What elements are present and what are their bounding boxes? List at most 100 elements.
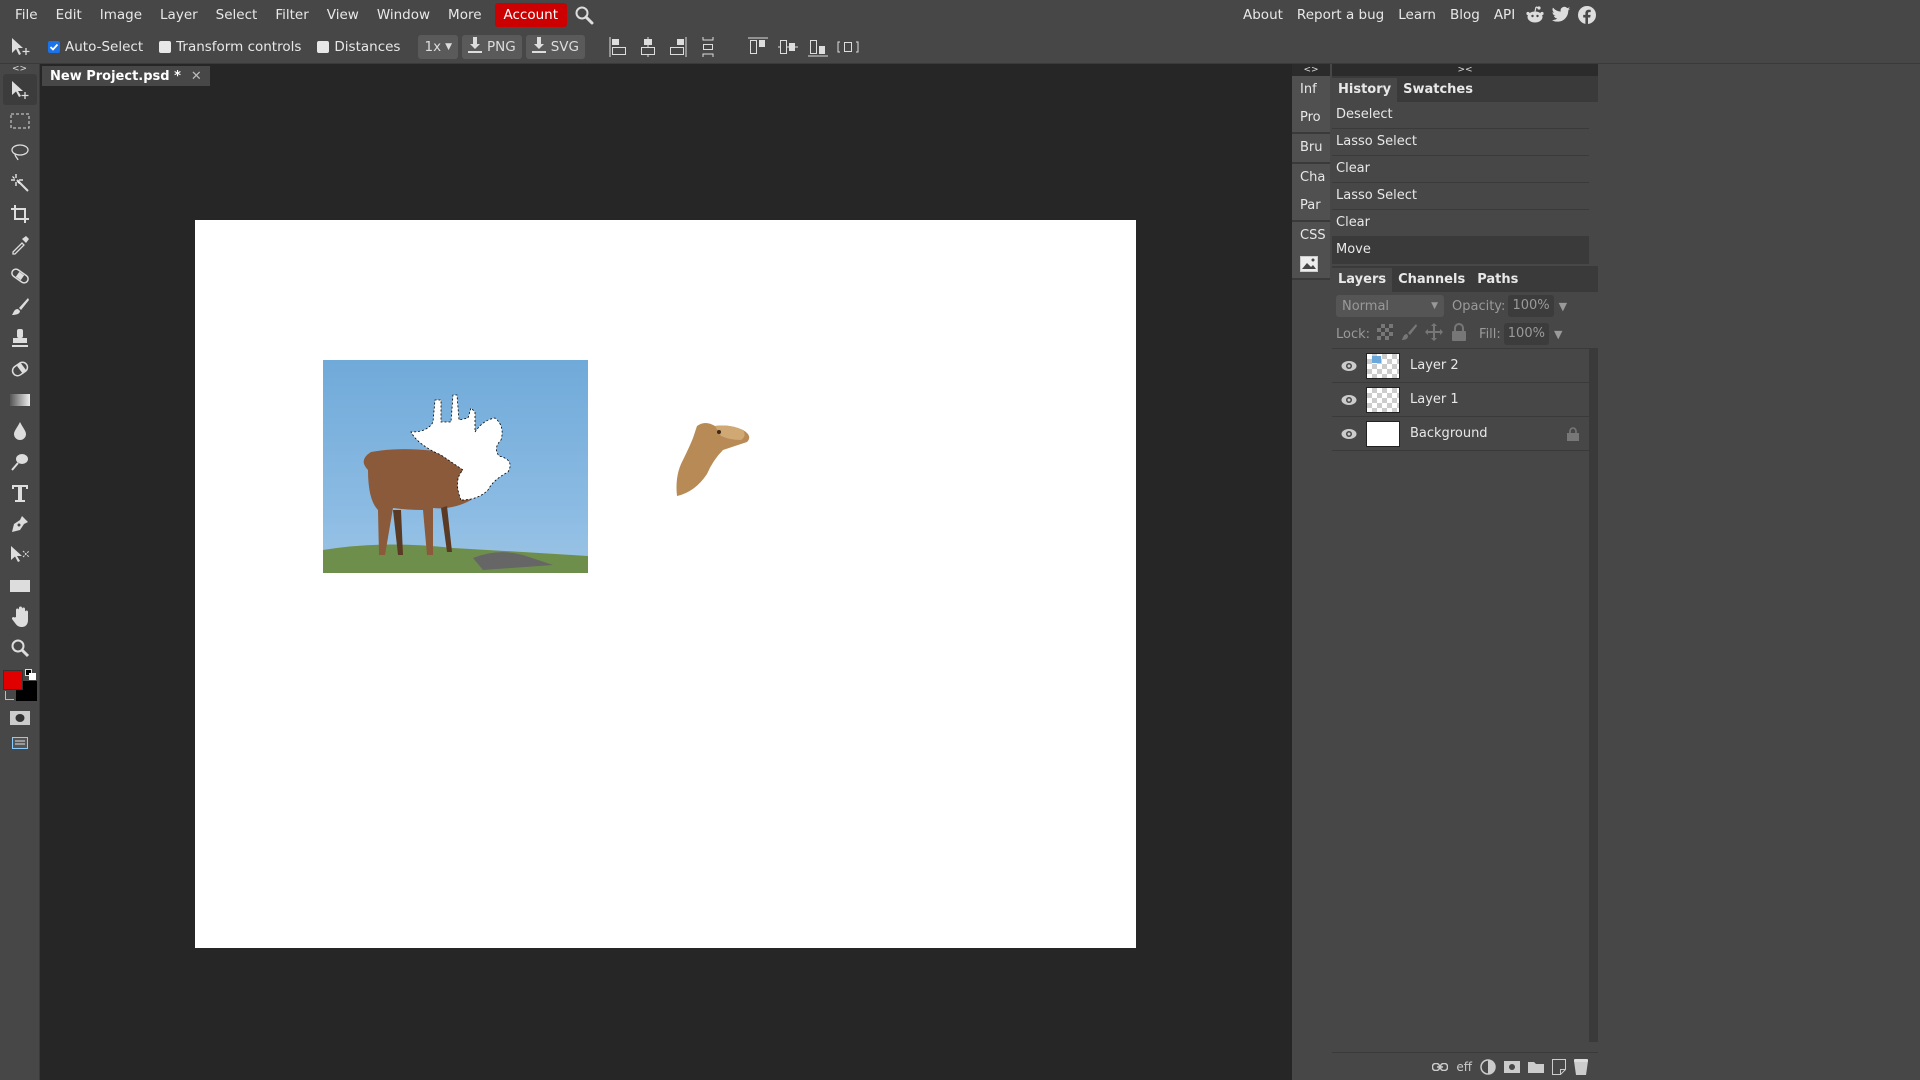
- eyedropper-tool[interactable]: [3, 229, 37, 260]
- camel-head-layer[interactable]: [675, 418, 753, 498]
- tab-history[interactable]: History: [1332, 78, 1398, 102]
- tab-channels[interactable]: Channels: [1392, 268, 1472, 292]
- tab-layers[interactable]: Layers: [1332, 268, 1393, 292]
- link-about[interactable]: About: [1236, 3, 1290, 27]
- align-middle-v-icon[interactable]: [777, 35, 799, 59]
- checkbox-unchecked[interactable]: [159, 40, 172, 53]
- blur-tool[interactable]: [3, 415, 37, 446]
- move-tool[interactable]: [3, 74, 37, 105]
- toolbar-collapse-toggle[interactable]: <>: [0, 64, 39, 74]
- link-layers-icon[interactable]: [1432, 1062, 1449, 1071]
- dock-collapse-toggle[interactable]: <>: [1292, 64, 1330, 76]
- history-item[interactable]: Clear: [1332, 210, 1589, 237]
- align-bottom-icon[interactable]: [807, 35, 829, 59]
- fill-input[interactable]: 100%: [1503, 323, 1549, 345]
- checkbox-unchecked[interactable]: [317, 40, 330, 53]
- layers-scrollbar[interactable]: [1589, 348, 1598, 1042]
- screen-mode-button[interactable]: [3, 731, 37, 755]
- layer-effects-button[interactable]: eff: [1456, 1060, 1472, 1074]
- history-item[interactable]: Lasso Select: [1332, 183, 1589, 210]
- link-learn[interactable]: Learn: [1391, 3, 1443, 27]
- pen-tool[interactable]: [3, 508, 37, 539]
- menu-view[interactable]: View: [318, 3, 368, 27]
- checkbox-checked[interactable]: [48, 40, 60, 53]
- document-tab[interactable]: New Project.psd * ✕: [42, 66, 210, 86]
- export-png-button[interactable]: PNG: [462, 34, 522, 59]
- tab-paths[interactable]: Paths: [1471, 268, 1525, 292]
- search-icon[interactable]: [571, 3, 597, 27]
- account-button[interactable]: Account: [494, 3, 568, 27]
- dock-info[interactable]: Inf: [1292, 76, 1330, 104]
- menu-more[interactable]: More: [439, 3, 490, 27]
- reddit-icon[interactable]: [1522, 3, 1548, 27]
- lock-transparency-icon[interactable]: [1377, 324, 1394, 344]
- lock-position-icon[interactable]: [1425, 323, 1444, 345]
- blend-mode-select[interactable]: Normal ▼: [1336, 295, 1444, 317]
- menu-select[interactable]: Select: [207, 3, 267, 27]
- lock-all-icon[interactable]: [1451, 323, 1467, 345]
- twitter-icon[interactable]: [1548, 3, 1574, 27]
- visibility-eye-icon[interactable]: [1332, 428, 1366, 440]
- link-blog[interactable]: Blog: [1443, 3, 1487, 27]
- dock-brush[interactable]: Bru: [1292, 134, 1330, 162]
- path-select-tool[interactable]: [3, 539, 37, 570]
- history-item[interactable]: Deselect: [1332, 102, 1589, 129]
- auto-select-checkbox[interactable]: Auto-Select: [48, 39, 143, 55]
- history-item-current[interactable]: Move: [1332, 237, 1589, 264]
- healing-brush-tool[interactable]: [3, 260, 37, 291]
- quick-mask-button[interactable]: [3, 705, 37, 731]
- rect-select-tool[interactable]: [3, 105, 37, 136]
- brush-tool[interactable]: [3, 291, 37, 322]
- delete-layer-trash-icon[interactable]: [1574, 1058, 1588, 1075]
- hand-tool[interactable]: [3, 601, 37, 632]
- layer-row[interactable]: Background: [1332, 417, 1589, 451]
- new-layer-icon[interactable]: [1552, 1058, 1566, 1075]
- type-tool[interactable]: [3, 477, 37, 508]
- fill-dropdown-icon[interactable]: ▼: [1554, 328, 1562, 341]
- clone-stamp-tool[interactable]: [3, 322, 37, 353]
- link-api[interactable]: API: [1487, 3, 1522, 27]
- lock-pixels-icon[interactable]: [1401, 323, 1418, 345]
- dodge-tool[interactable]: [3, 446, 37, 477]
- distribute-v-icon[interactable]: [697, 35, 719, 59]
- foreground-color-swatch[interactable]: [3, 670, 23, 690]
- menu-image[interactable]: Image: [91, 3, 151, 27]
- elk-photo-layer[interactable]: [323, 360, 588, 573]
- visibility-eye-icon[interactable]: [1332, 360, 1366, 372]
- align-top-icon[interactable]: [747, 35, 769, 59]
- layer-row[interactable]: Layer 1: [1332, 383, 1589, 417]
- new-group-folder-icon[interactable]: [1528, 1061, 1544, 1073]
- visibility-eye-icon[interactable]: [1332, 394, 1366, 406]
- crop-tool[interactable]: [3, 198, 37, 229]
- export-svg-button[interactable]: SVG: [525, 34, 585, 59]
- history-item[interactable]: Lasso Select: [1332, 129, 1589, 156]
- document-canvas[interactable]: [195, 220, 1136, 948]
- dock-character[interactable]: Cha: [1292, 164, 1330, 192]
- dock-css[interactable]: CSS: [1292, 222, 1330, 250]
- scale-dropdown[interactable]: 1x ▼: [418, 34, 458, 59]
- menu-edit[interactable]: Edit: [47, 3, 91, 27]
- history-item[interactable]: Clear: [1332, 156, 1589, 183]
- menu-filter[interactable]: Filter: [266, 3, 317, 27]
- menu-file[interactable]: File: [6, 3, 47, 27]
- lasso-tool[interactable]: [3, 136, 37, 167]
- opacity-input[interactable]: 100%: [1508, 295, 1554, 317]
- eraser-tool[interactable]: [3, 353, 37, 384]
- distances-checkbox[interactable]: Distances: [317, 39, 400, 55]
- layer-row[interactable]: Layer 2: [1332, 349, 1589, 383]
- zoom-tool[interactable]: [3, 632, 37, 663]
- align-center-h-icon[interactable]: [637, 35, 659, 59]
- align-left-icon[interactable]: [607, 35, 629, 59]
- magic-wand-tool[interactable]: [3, 167, 37, 198]
- tab-swatches[interactable]: Swatches: [1397, 78, 1479, 102]
- opacity-dropdown-icon[interactable]: ▼: [1559, 300, 1567, 313]
- distribute-h-icon[interactable]: [837, 35, 859, 59]
- transform-controls-checkbox[interactable]: Transform controls: [159, 39, 301, 55]
- dock-image[interactable]: [1292, 250, 1330, 278]
- panel-collapse-toggle[interactable]: ><: [1332, 64, 1598, 76]
- menu-layer[interactable]: Layer: [151, 3, 207, 27]
- gradient-tool[interactable]: [3, 384, 37, 415]
- align-right-icon[interactable]: [667, 35, 689, 59]
- dock-properties[interactable]: Pro: [1292, 104, 1330, 132]
- add-mask-icon[interactable]: [1504, 1060, 1520, 1073]
